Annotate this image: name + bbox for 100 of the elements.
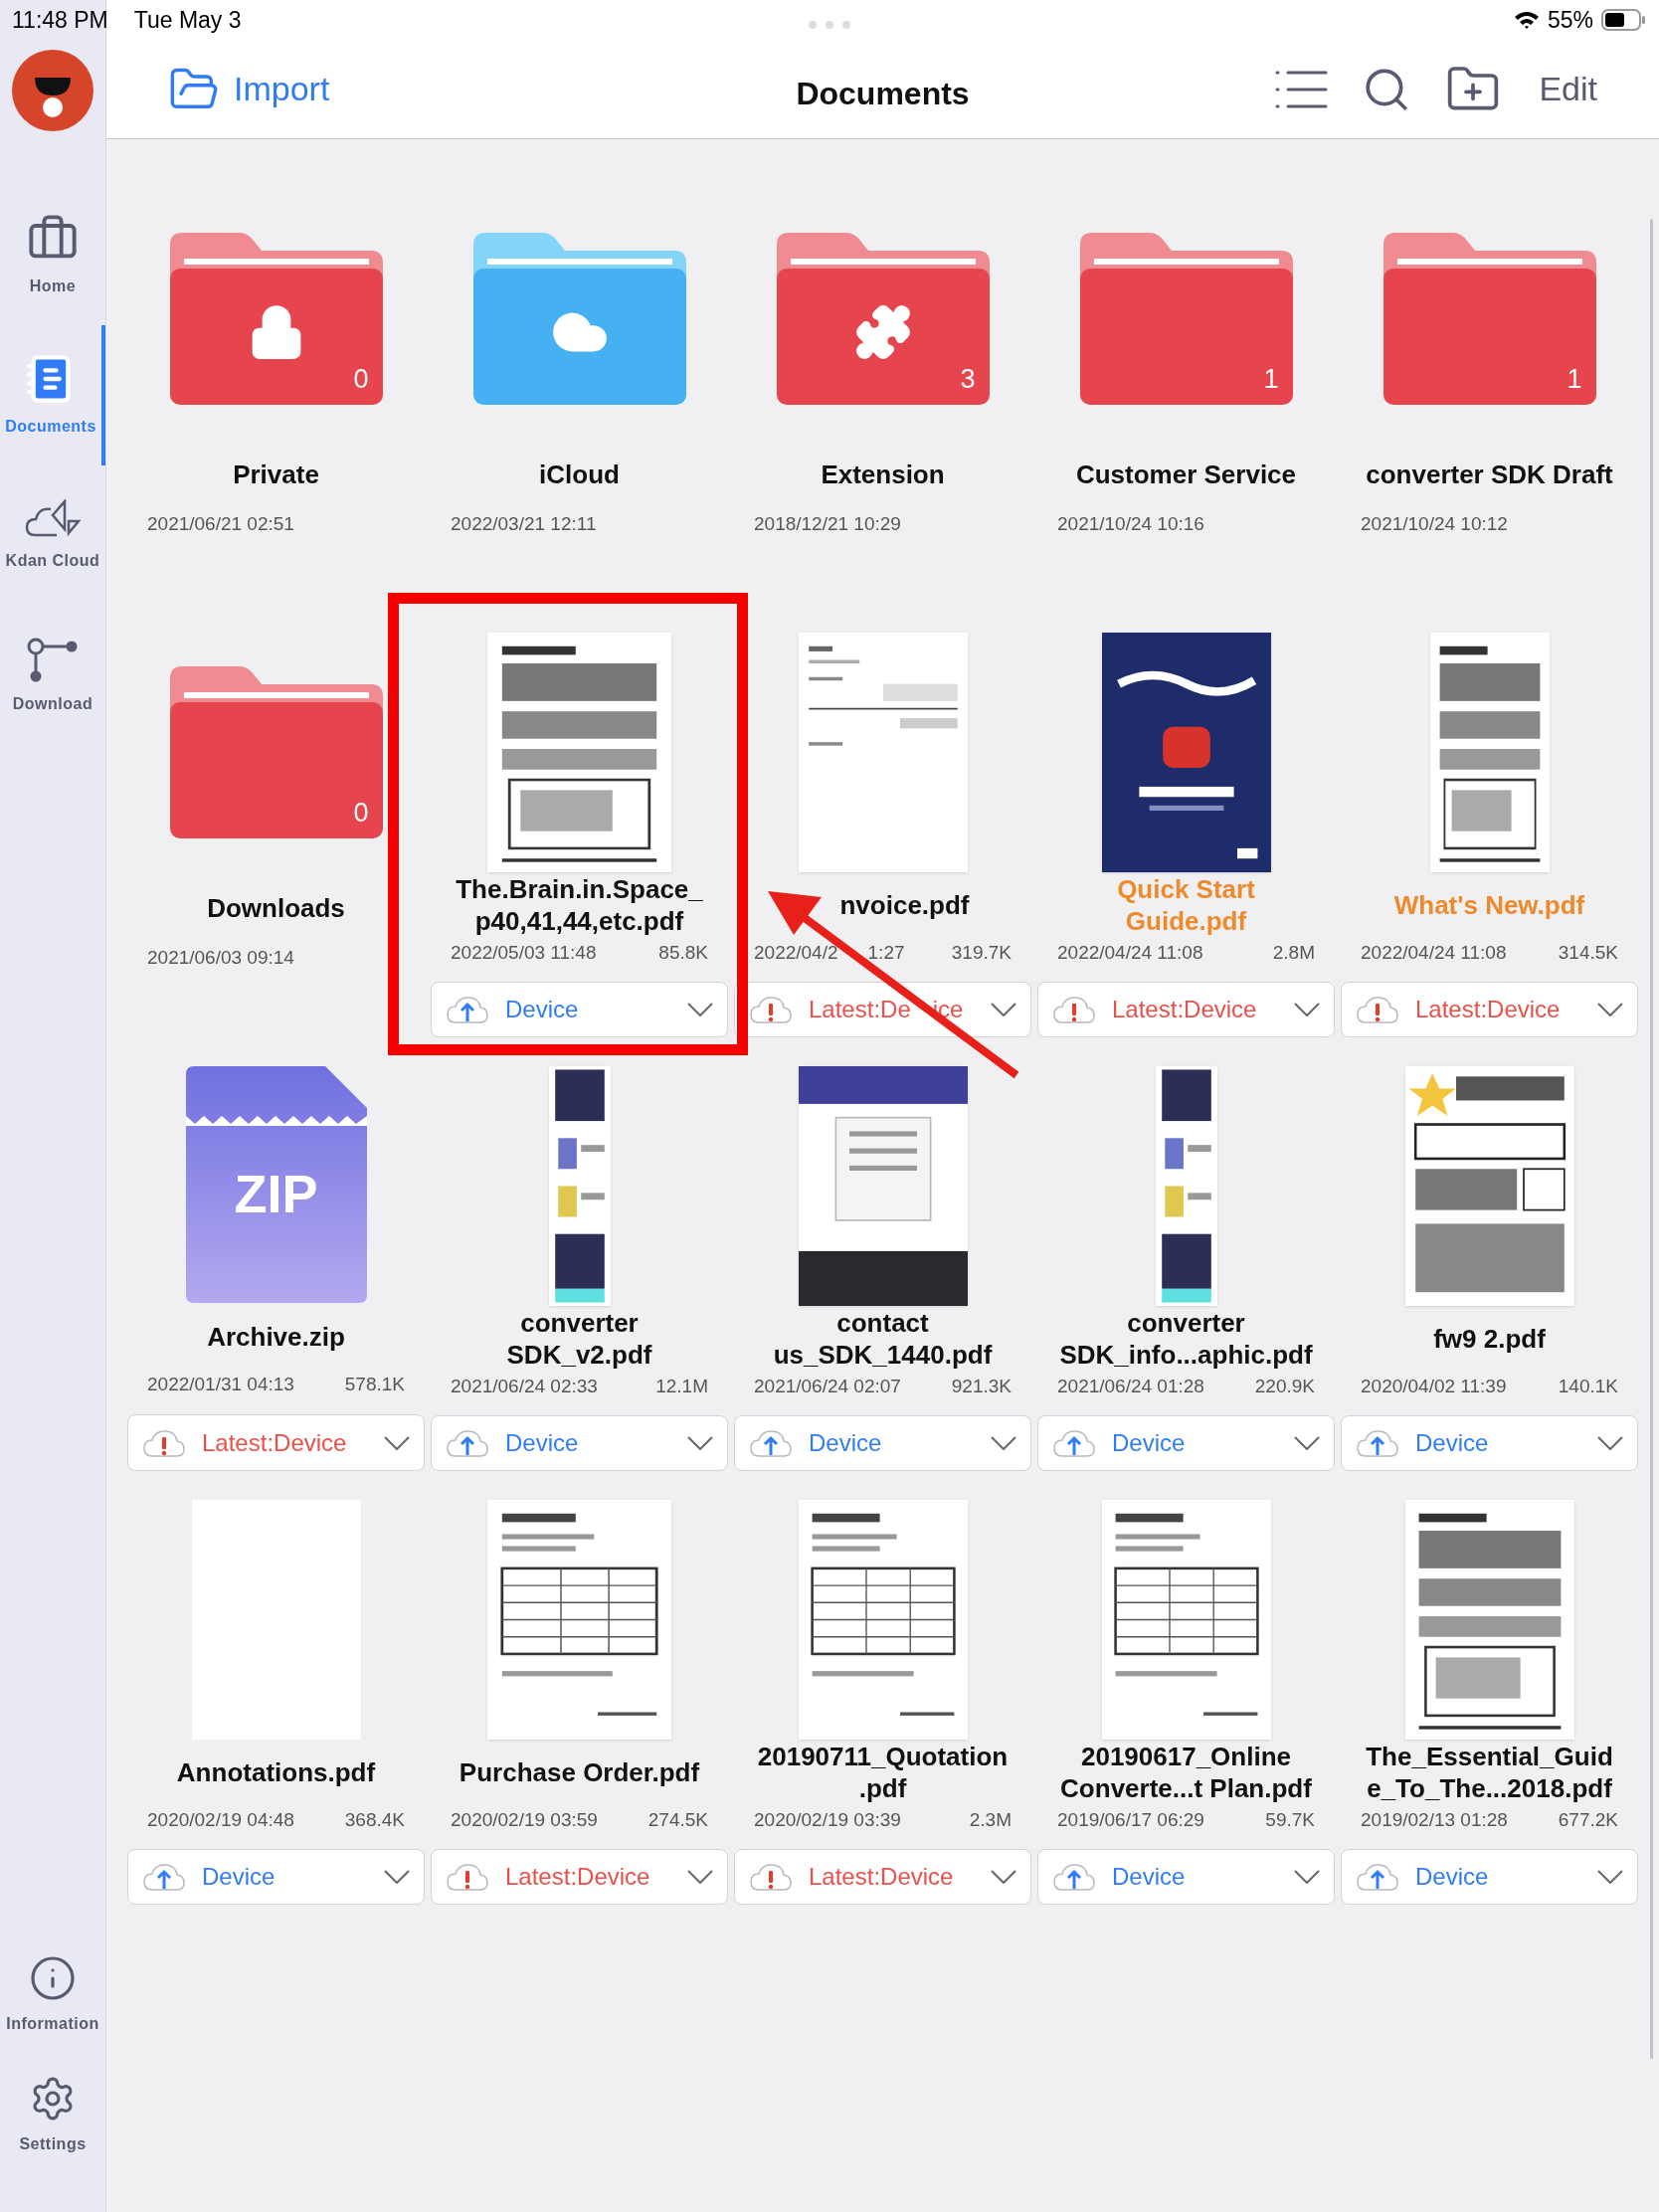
modified-date: 2019/06/17 06:29 bbox=[1057, 1807, 1204, 1832]
sidebar-item[interactable]: Information bbox=[0, 1935, 105, 2055]
file-card[interactable]: contact us_SDK_1440.pdf 2021/06/24 02:07 921.3K Device bbox=[734, 1066, 1031, 1471]
modified-date: 2021/06/24 02:07 bbox=[754, 1374, 901, 1398]
item-count: 1 bbox=[1263, 362, 1279, 396]
sync-dropdown[interactable]: Latest:Device bbox=[431, 1849, 728, 1905]
wifi-icon bbox=[1513, 10, 1540, 30]
file-card[interactable]: The.Brain.in.Space_ p40,41,44,etc.pdf 2022/05/03 11:48 85.8K Device bbox=[431, 633, 728, 1037]
modified-date: 2018/12/21 10:29 bbox=[754, 511, 901, 536]
file-size: 2.3M bbox=[969, 1807, 1012, 1832]
modified-date: 2022/04/24 11:08 bbox=[1057, 940, 1203, 965]
file-size: 140.1K bbox=[1558, 1374, 1618, 1398]
page-title: Documents bbox=[796, 75, 970, 113]
file-name: Extension bbox=[821, 458, 945, 490]
sync-dropdown[interactable]: Latest:Device bbox=[734, 1849, 1031, 1905]
folder-icon[interactable] bbox=[472, 233, 686, 405]
item-count: 1 bbox=[1567, 362, 1582, 396]
file-size: 319.7K bbox=[951, 940, 1012, 965]
file-card[interactable]: ZIP Archive.zip 2022/01/31 04:13 578.1K Latest:Device bbox=[127, 1066, 425, 1471]
sync-dropdown[interactable]: Device bbox=[431, 1415, 728, 1471]
file-name: Annotations.pdf bbox=[176, 1756, 376, 1789]
modified-date: 2020/02/19 04:48 bbox=[147, 1807, 294, 1832]
chevron-down-icon bbox=[384, 1435, 410, 1450]
file-size: 220.9K bbox=[1254, 1374, 1315, 1398]
cloud-upload-icon bbox=[1052, 1428, 1096, 1459]
file-name: What's New.pdf bbox=[1393, 889, 1585, 922]
file-card[interactable]: Quick Start Guide.pdf 2022/04/24 11:08 2.8M Latest:Device bbox=[1037, 633, 1335, 1037]
file-size: 368.4K bbox=[344, 1807, 405, 1832]
folder-icon[interactable] bbox=[169, 666, 383, 838]
folder-icon[interactable] bbox=[1382, 233, 1596, 405]
sidebar-item[interactable]: Settings bbox=[0, 2055, 105, 2175]
cloud-alert-icon bbox=[749, 1862, 793, 1893]
branch-icon bbox=[26, 636, 80, 682]
modified-date: 2021/06/24 02:33 bbox=[451, 1374, 598, 1398]
file-card[interactable]: 20190711_Quotation .pdf 2020/02/19 03:39 2.3M Latest:Device bbox=[734, 1500, 1031, 1905]
modified-date: 2022/05/03 11:48 bbox=[451, 940, 597, 965]
file-size: 59.7K bbox=[1265, 1807, 1315, 1832]
sync-dropdown[interactable]: Device bbox=[1341, 1415, 1638, 1471]
sync-status: Device bbox=[1415, 1428, 1489, 1459]
file-card[interactable]: Annotations.pdf 2020/02/19 04:48 368.4K Device bbox=[127, 1500, 425, 1905]
chevron-down-icon bbox=[687, 1003, 713, 1017]
multitasking-dots-icon bbox=[808, 20, 851, 30]
sync-status: Device bbox=[1112, 1428, 1186, 1459]
sync-dropdown[interactable]: Device bbox=[431, 982, 728, 1037]
edit-button[interactable]: Edit bbox=[1539, 64, 1597, 114]
file-size: 85.8K bbox=[658, 940, 708, 965]
sync-dropdown[interactable]: Device bbox=[1341, 1849, 1638, 1905]
modified-date: 2020/04/02 11:39 bbox=[1361, 1374, 1507, 1398]
modified-date: 2021/06/24 01:28 bbox=[1057, 1374, 1204, 1398]
file-card[interactable]: The_Essential_Guid e_To_The...2018.pdf 2019/02/13 01:28 677.2K Device bbox=[1341, 1500, 1638, 1905]
chevron-down-icon bbox=[1294, 1436, 1320, 1451]
file-name: The_Essential_Guid e_To_The...2018.pdf bbox=[1366, 1741, 1613, 1805]
chevron-down-icon bbox=[991, 1870, 1016, 1885]
file-card[interactable]: fw9 2.pdf 2020/04/02 11:39 140.1K Device bbox=[1341, 1066, 1638, 1471]
sync-dropdown[interactable]: Device bbox=[1037, 1415, 1335, 1471]
file-card[interactable]: 1 converter SDK Draft 2021/10/24 10:12 bbox=[1341, 199, 1638, 604]
sync-dropdown[interactable]: Device bbox=[734, 1415, 1031, 1471]
modified-date: 2021/10/24 10:16 bbox=[1057, 511, 1204, 536]
file-card[interactable]: 20190617_Online Converte...t Plan.pdf 2019/06/17 06:29 59.7K Device bbox=[1037, 1500, 1335, 1905]
list-icon[interactable] bbox=[1274, 69, 1329, 109]
modified-date: 2021/06/21 02:51 bbox=[147, 511, 294, 536]
chevron-down-icon bbox=[687, 1436, 713, 1451]
sidebar-item[interactable]: Kdan Cloud bbox=[0, 465, 105, 606]
file-card[interactable]: iCloud 2022/03/21 12:11 bbox=[431, 199, 728, 604]
file-size: 2.8M bbox=[1272, 940, 1315, 965]
file-card[interactable]: converter SDK_v2.pdf 2021/06/24 02:33 12.1M Device bbox=[431, 1066, 728, 1471]
file-card[interactable]: 0 Private 2021/06/21 02:51 bbox=[127, 199, 425, 604]
sync-dropdown[interactable]: Latest:Device bbox=[1037, 982, 1335, 1037]
sync-dropdown[interactable]: Device bbox=[127, 1849, 425, 1905]
cloud-alert-icon bbox=[1052, 995, 1096, 1025]
folder-icon[interactable] bbox=[1079, 233, 1293, 405]
file-card[interactable]: 0 Downloads 2021/06/03 09:14 bbox=[127, 633, 425, 1037]
file-type-label: ZIP bbox=[233, 1163, 319, 1225]
file-name: Customer Service bbox=[1075, 458, 1297, 490]
sync-status: Device bbox=[202, 1862, 276, 1893]
item-count: 0 bbox=[353, 796, 369, 830]
status-date: Tue May 3 bbox=[133, 5, 242, 35]
file-name: Quick Start Guide.pdf bbox=[1117, 873, 1255, 938]
chevron-down-icon bbox=[1597, 1003, 1623, 1017]
file-card[interactable]: converter SDK_info...aphic.pdf 2021/06/24 01:28 220.9K Device bbox=[1037, 1066, 1335, 1471]
folder-icon[interactable] bbox=[776, 233, 990, 405]
sync-dropdown[interactable]: Latest:Device bbox=[1341, 982, 1638, 1037]
modified-date: 2022/04/2 bbox=[754, 940, 838, 965]
file-card[interactable]: 3 Extension 2018/12/21 10:29 bbox=[734, 199, 1031, 604]
file-name: converter SDK_info...aphic.pdf bbox=[1059, 1307, 1313, 1372]
battery-icon bbox=[1601, 9, 1647, 31]
sync-dropdown[interactable]: Device bbox=[1037, 1849, 1335, 1905]
file-size: 274.5K bbox=[647, 1807, 708, 1832]
avatar-icon[interactable] bbox=[12, 50, 93, 131]
file-name: Archive.zip bbox=[207, 1321, 345, 1354]
sync-status: Device bbox=[505, 1428, 579, 1459]
sidebar-item[interactable]: Home bbox=[0, 185, 105, 325]
file-card[interactable]: 1 Customer Service 2021/10/24 10:16 bbox=[1037, 199, 1335, 604]
sidebar-item[interactable]: Download bbox=[0, 606, 105, 746]
file-card[interactable]: What's New.pdf 2022/04/24 11:08 314.5K Latest:Device bbox=[1341, 633, 1638, 1037]
file-card[interactable]: Purchase Order.pdf 2020/02/19 03:59 274.5K Latest:Device bbox=[431, 1500, 728, 1905]
import-button[interactable]: Import bbox=[168, 63, 330, 115]
sync-dropdown[interactable]: Latest:Device bbox=[127, 1414, 425, 1471]
file-size: 578.1K bbox=[344, 1373, 405, 1397]
folder-icon[interactable] bbox=[169, 233, 383, 405]
